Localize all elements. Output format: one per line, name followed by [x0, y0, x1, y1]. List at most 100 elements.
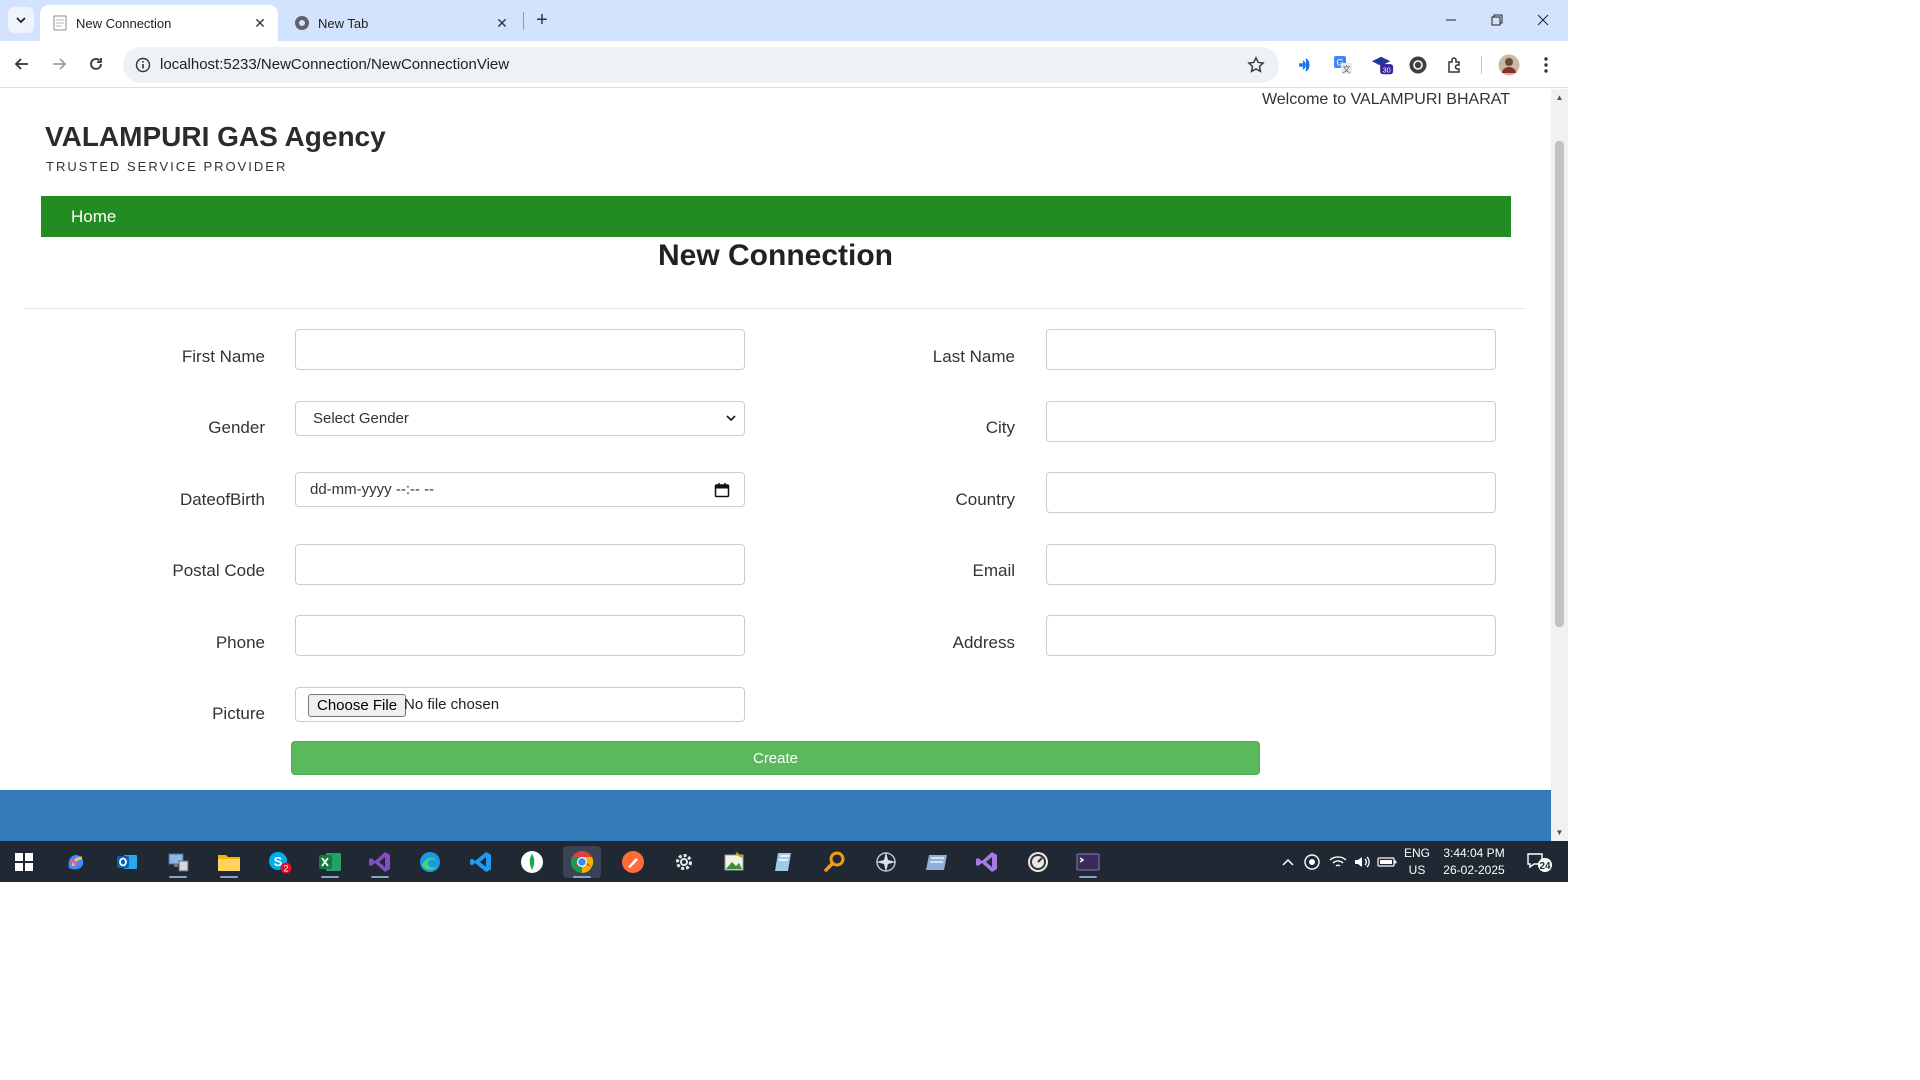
site-info-icon[interactable] — [133, 55, 153, 75]
new-tab-button[interactable]: + — [530, 8, 554, 32]
picture-label: Picture — [212, 704, 265, 723]
address-input[interactable] — [1046, 615, 1496, 656]
scroll-down-arrow-icon[interactable]: ▼ — [1551, 824, 1568, 841]
back-button[interactable] — [9, 51, 35, 77]
notification-center-icon[interactable]: 24 — [1522, 841, 1556, 882]
settings-gear-icon[interactable] — [665, 846, 703, 878]
running-indicator — [371, 876, 389, 878]
language-indicator[interactable]: ENG US — [1402, 841, 1432, 882]
restore-button[interactable] — [1474, 0, 1520, 40]
excel-icon[interactable] — [311, 846, 349, 878]
tab-title: New Tab — [318, 15, 369, 31]
sql-tool-icon[interactable] — [918, 846, 956, 878]
outlook-icon[interactable] — [108, 846, 146, 878]
page-scrollbar[interactable]: ▲ ▼ — [1551, 89, 1568, 841]
extension-badge: 30 — [1383, 65, 1391, 74]
copilot-icon[interactable] — [57, 846, 95, 878]
visual-studio-icon[interactable] — [361, 846, 399, 878]
running-indicator — [220, 876, 238, 878]
mongodb-compass-icon[interactable] — [513, 846, 551, 878]
postal-code-input[interactable] — [295, 544, 745, 585]
phone-input[interactable] — [295, 615, 745, 656]
tab-search-button[interactable] — [8, 7, 34, 33]
skype-badge: 2 — [283, 864, 288, 874]
city-input[interactable] — [1046, 401, 1496, 442]
close-tab-icon[interactable]: ✕ — [250, 13, 270, 33]
url-text[interactable]: localhost:5233/NewConnection/NewConnecti… — [160, 56, 509, 73]
bookmark-star-icon[interactable] — [1245, 54, 1267, 76]
last-name-input[interactable] — [1046, 329, 1496, 370]
terminal-icon[interactable] — [1069, 846, 1107, 878]
puzzle-extensions-icon[interactable] — [1443, 53, 1467, 77]
choose-file-button[interactable]: Choose File — [308, 694, 407, 717]
tab-title: New Connection — [76, 15, 172, 31]
scroll-up-arrow-icon[interactable]: ▲ — [1551, 89, 1568, 106]
dob-input[interactable]: dd-mm-yyyy --:-- -- — [295, 472, 745, 507]
running-indicator — [573, 876, 591, 878]
read-aloud-extension-icon[interactable] — [1294, 53, 1318, 77]
translate-extension-icon[interactable]: G文 — [1331, 53, 1355, 77]
tab-separator — [523, 12, 524, 30]
clock[interactable]: 3:44:04 PM 26-02-2025 — [1440, 841, 1508, 882]
close-window-button[interactable] — [1520, 0, 1566, 40]
dob-placeholder: dd-mm-yyyy --:-- -- — [310, 481, 435, 498]
volume-icon[interactable] — [1351, 841, 1373, 882]
chrome-taskbar-icon[interactable] — [563, 846, 601, 878]
network-computer-icon[interactable] — [159, 846, 197, 878]
country-input[interactable] — [1046, 472, 1496, 513]
minimize-button[interactable] — [1428, 0, 1474, 40]
edge-icon[interactable] — [411, 846, 449, 878]
close-tab-icon[interactable]: ✕ — [492, 13, 512, 33]
arrow-right-icon — [53, 58, 67, 70]
scroll-thumb[interactable] — [1555, 141, 1564, 627]
compass-app-icon[interactable] — [867, 846, 905, 878]
arrow-left-icon — [14, 58, 28, 70]
vscode-icon[interactable] — [462, 846, 500, 878]
start-button[interactable] — [5, 846, 43, 878]
profile-avatar[interactable] — [1497, 53, 1521, 77]
reload-button[interactable] — [83, 51, 109, 77]
address-label: Address — [952, 633, 1015, 652]
image-viewer-icon[interactable] — [715, 846, 753, 878]
language-code: ENG — [1403, 845, 1430, 860]
country-label: Country — [955, 490, 1015, 509]
first-name-input[interactable] — [295, 329, 745, 370]
address-bar[interactable]: localhost:5233/NewConnection/NewConnecti… — [123, 47, 1279, 83]
file-explorer-icon[interactable] — [210, 846, 248, 878]
calendar-icon[interactable] — [714, 482, 730, 498]
wifi-icon[interactable] — [1327, 841, 1349, 882]
running-indicator — [1079, 876, 1097, 878]
skype-icon[interactable]: S2 — [261, 846, 299, 878]
cap-extension-icon[interactable]: 30 — [1370, 53, 1394, 77]
brand-tagline: TRUSTED SERVICE PROVIDER — [46, 159, 288, 174]
gender-label: Gender — [208, 418, 265, 437]
nav-home-link[interactable]: Home — [71, 207, 116, 227]
postman-icon[interactable] — [614, 846, 652, 878]
notification-count: 24 — [1539, 861, 1551, 872]
search-magnifier-icon[interactable] — [816, 846, 854, 878]
tab-new-connection[interactable]: New Connection ✕ — [40, 5, 278, 41]
email-label: Email — [972, 561, 1015, 580]
reload-icon — [90, 58, 102, 70]
visual-studio-purple-icon[interactable] — [968, 846, 1006, 878]
speedometer-app-icon[interactable] — [1019, 846, 1057, 878]
tab-new-tab[interactable]: New Tab ✕ — [282, 5, 520, 41]
dob-label: DateofBirth — [179, 490, 265, 509]
clock-time: 3:44:04 PM — [1443, 845, 1505, 860]
chevron-down-icon — [16, 17, 26, 24]
chevron-down-icon — [726, 415, 736, 422]
tray-overflow-chevron-icon[interactable] — [1278, 841, 1298, 882]
create-button[interactable]: Create — [291, 741, 1260, 775]
shield-extension-icon[interactable] — [1406, 53, 1430, 77]
running-indicator — [169, 876, 187, 878]
minimize-icon — [1446, 19, 1456, 21]
close-icon — [1537, 14, 1549, 26]
battery-icon[interactable] — [1376, 841, 1398, 882]
notebook-app-icon[interactable] — [765, 846, 803, 878]
kebab-menu-icon[interactable] — [1534, 53, 1558, 77]
picture-file-input[interactable]: Choose File No file chosen — [295, 687, 745, 722]
email-input[interactable] — [1046, 544, 1496, 585]
defender-shield-icon[interactable] — [1302, 841, 1322, 882]
forward-button[interactable] — [46, 51, 72, 77]
gender-select[interactable]: Select Gender — [295, 401, 745, 436]
